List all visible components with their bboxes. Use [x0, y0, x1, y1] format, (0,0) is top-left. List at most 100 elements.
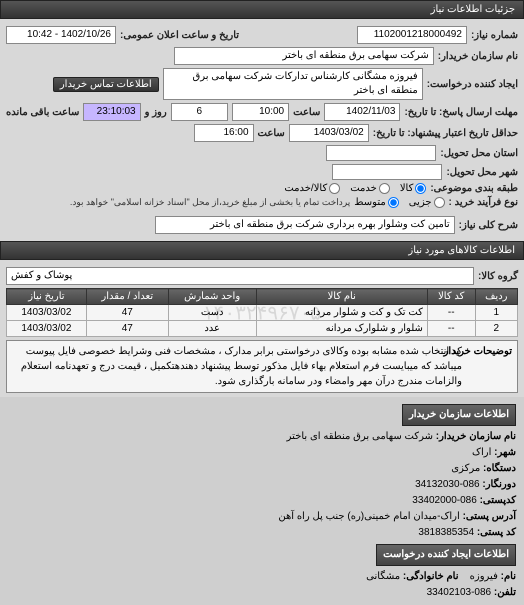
- label-validity: حداقل تاریخ اعتبار پیشنهاد: تا تاریخ:: [373, 128, 518, 139]
- lbl-buyer-name2: نام سازمان خریدار:: [436, 431, 516, 442]
- col-code: کد کالا: [427, 289, 475, 305]
- process-note: پرداخت تمام یا بخشی از مبلغ خرید،از محل …: [70, 197, 350, 208]
- field-deadline-time: 10:00: [232, 103, 289, 121]
- lbl-acct: کدپستی:: [480, 495, 516, 506]
- label-delivery-city: شهر محل تحویل:: [446, 167, 518, 178]
- field-pub-datetime: 1402/10/26 - 10:42: [6, 26, 116, 44]
- radio-goods-service-label: کالا/خدمت: [284, 183, 327, 194]
- table-row: 2 -- شلوار و شلوارک مردانه عدد 47 1403/0…: [7, 321, 518, 337]
- field-days-left: 6: [171, 103, 228, 121]
- radio-goods-label: کالا: [400, 183, 414, 194]
- field-requester: فیروزه مشگانی کارشناس تدارکات شرکت سهامی…: [163, 68, 423, 100]
- cell-unit: دست: [168, 305, 256, 321]
- label-remaining: ساعت باقی مانده: [6, 107, 79, 118]
- cell-date: 1403/03/02: [7, 321, 87, 337]
- field-buyer-name: شرکت سهامی برق منطقه ای باختر: [174, 47, 434, 65]
- val-acct: 086-33402000: [412, 495, 477, 506]
- lbl-phone: دورنگار:: [482, 479, 516, 490]
- radio-service-label: خدمت: [350, 183, 377, 194]
- val-post: 3818385354: [418, 527, 474, 538]
- field-deadline-date: 1402/11/03: [324, 103, 400, 121]
- label-category: طبقه بندی موضوعی:: [430, 183, 518, 194]
- items-header: اطلاعات کالاهای مورد نیاز: [0, 241, 524, 260]
- cell-code: --: [427, 321, 475, 337]
- cell-date: 1403/03/02: [7, 305, 87, 321]
- contact-buyer-button[interactable]: اطلاعات تماس خریدار: [53, 77, 159, 92]
- label-buyer-name: نام سازمان خریدار:: [438, 51, 518, 62]
- label-need-no: شماره نیاز:: [471, 30, 518, 41]
- lbl-post: کد پستی:: [477, 527, 516, 538]
- radio-service[interactable]: خدمت: [350, 183, 390, 194]
- col-qty: تعداد / مقدار: [86, 289, 168, 305]
- description-text: کد انتخاب شده مشابه بوده وکالای درخواستی…: [12, 344, 462, 389]
- label-process: نوع فرآیند خرید :: [449, 197, 518, 208]
- radio-minor-input[interactable]: [434, 197, 445, 208]
- col-row: ردیف: [475, 289, 517, 305]
- radio-medium-input[interactable]: [388, 197, 399, 208]
- radio-medium[interactable]: متوسط: [354, 197, 398, 208]
- val-last: مشگانی: [366, 571, 400, 582]
- lbl-city: شهر:: [494, 447, 516, 458]
- table-row: 1 -- کت تک و کت و شلوار مردانه دست 47 14…: [7, 305, 518, 321]
- items-panel: گروه کالا: پوشاک و کفش ردیف کد کالا نام …: [0, 260, 524, 397]
- val-org: مرکزی: [451, 463, 480, 474]
- field-summary: تامین کت وشلوار بهره برداری شرکت برق منط…: [155, 216, 455, 234]
- field-group: پوشاک و کفش: [6, 267, 474, 285]
- buyer-info-block: اطلاعات سازمان خریدار نام سازمان خریدار:…: [0, 397, 524, 605]
- val-tel: 086-33402103: [427, 587, 492, 598]
- items-title: اطلاعات کالاهای مورد نیاز: [408, 245, 515, 256]
- field-delivery-city: [332, 164, 442, 180]
- lbl-last: نام خانوادگی:: [403, 571, 459, 582]
- label-requester: ایجاد کننده درخواست:: [427, 79, 518, 90]
- val-buyer-name2: شرکت سهامی برق منطقه ای باختر: [287, 431, 433, 442]
- cell-qty: 47: [86, 305, 168, 321]
- val-first: فیروزه: [470, 571, 498, 582]
- cell-qty: 47: [86, 321, 168, 337]
- radio-minor-label: جزیی: [409, 197, 432, 208]
- field-validity-time: 16:00: [194, 124, 254, 142]
- radio-goods[interactable]: کالا: [400, 183, 427, 194]
- items-table: ردیف کد کالا نام کالا واحد شمارش تعداد /…: [6, 288, 518, 337]
- cell-name: شلوار و شلوارک مردانه: [256, 321, 427, 337]
- val-addr: اراک-میدان امام خمینی(ره) جنب پل راه آهن: [278, 511, 459, 522]
- cell-code: --: [427, 305, 475, 321]
- description-box: توضیحات خریدار کد انتخاب شده مشابه بوده …: [6, 340, 518, 393]
- need-info-panel: شماره نیاز: 1102001218000492 تاریخ و ساع…: [0, 19, 524, 241]
- radio-minor[interactable]: جزیی: [409, 197, 445, 208]
- panel-title: جزئیات اطلاعات نیاز: [431, 4, 515, 15]
- lbl-tel: تلفن:: [494, 587, 516, 598]
- radio-goods-service[interactable]: کالا/خدمت: [284, 183, 340, 194]
- lbl-addr: آدرس پستی:: [463, 511, 516, 522]
- cell-row: 2: [475, 321, 517, 337]
- field-time-left: 23:10:03: [83, 103, 140, 121]
- label-deadline: مهلت ارسال پاسخ: تا تاریخ:: [404, 107, 518, 118]
- buyer-info-header: اطلاعات سازمان خریدار: [402, 404, 516, 426]
- val-city: اراک: [472, 447, 491, 458]
- category-radio-group: کالا خدمت کالا/خدمت: [284, 183, 426, 194]
- field-validity-date: 1403/03/02: [289, 124, 369, 142]
- cell-unit: عدد: [168, 321, 256, 337]
- val-phone: 086-34132030: [415, 479, 480, 490]
- radio-goods-service-input[interactable]: [329, 183, 340, 194]
- lbl-org: دستگاه:: [483, 463, 516, 474]
- cell-name: کت تک و کت و شلوار مردانه: [256, 305, 427, 321]
- label-days: روز و: [145, 107, 167, 118]
- label-group: گروه کالا:: [478, 271, 518, 282]
- col-name: نام کالا: [256, 289, 427, 305]
- label-summary: شرح کلی نیاز:: [459, 220, 518, 231]
- radio-medium-label: متوسط: [354, 197, 385, 208]
- cell-row: 1: [475, 305, 517, 321]
- label-pub-datetime: تاریخ و ساعت اعلان عمومی:: [120, 30, 239, 41]
- panel-header: جزئیات اطلاعات نیاز: [0, 0, 524, 19]
- radio-goods-input[interactable]: [415, 183, 426, 194]
- label-hour-1: ساعت: [293, 107, 320, 118]
- label-delivery-province: استان محل تحویل:: [440, 148, 518, 159]
- radio-service-input[interactable]: [379, 183, 390, 194]
- label-hour-2: ساعت: [258, 128, 285, 139]
- lbl-first: نام:: [501, 571, 516, 582]
- description-label: توضیحات خریدار: [468, 344, 512, 389]
- field-need-no: 1102001218000492: [357, 26, 467, 44]
- process-radio-group: جزیی متوسط: [354, 197, 444, 208]
- requester-info-header: اطلاعات ایجاد کننده درخواست: [376, 544, 516, 566]
- field-delivery-province: [326, 145, 436, 161]
